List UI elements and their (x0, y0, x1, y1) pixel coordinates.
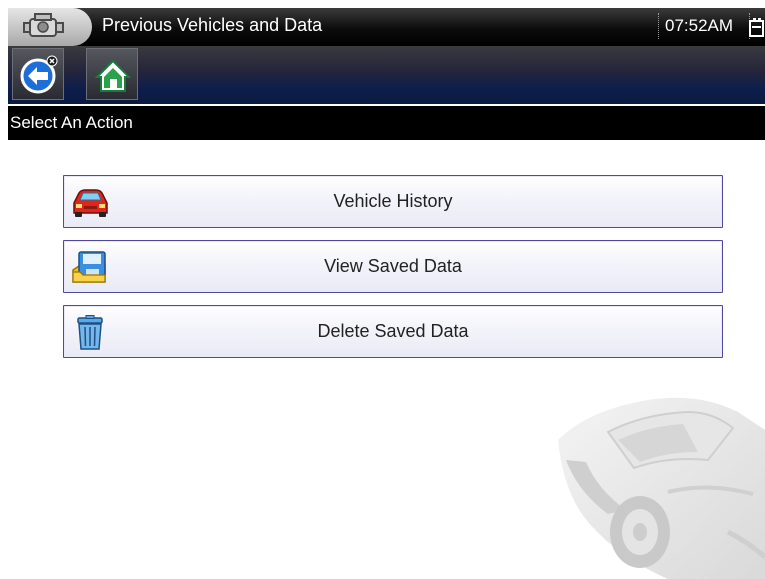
delete-saved-data-button[interactable]: Delete Saved Data (63, 305, 723, 358)
home-button[interactable] (86, 48, 138, 100)
back-button[interactable] (12, 48, 64, 100)
delete-saved-data-label: Delete Saved Data (317, 321, 469, 341)
toolbar (8, 46, 765, 104)
title-bar: Previous Vehicles and Data 07:52AM (8, 8, 765, 46)
view-saved-data-label: View Saved Data (324, 256, 462, 276)
clock-area: 07:52AM (658, 13, 750, 39)
window-title: Previous Vehicles and Data (102, 15, 323, 35)
view-saved-data-button[interactable]: View Saved Data (63, 240, 723, 293)
home-icon (94, 59, 132, 92)
vehicle-history-button[interactable]: Vehicle History (63, 175, 723, 228)
header-text: Select An Action (10, 113, 133, 132)
vehicle-history-label: Vehicle History (333, 191, 453, 211)
screen-header: Select An Action (8, 106, 765, 140)
back-arrow-icon (20, 55, 58, 94)
car-watermark-icon (558, 397, 765, 579)
clock: 07:52AM (665, 16, 734, 35)
battery-icon (749, 18, 764, 37)
engine-icon[interactable] (8, 8, 92, 46)
